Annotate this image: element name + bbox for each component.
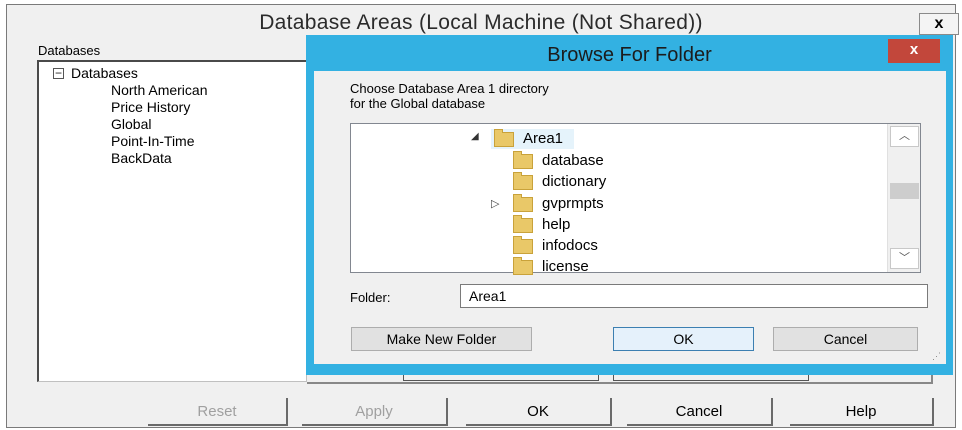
dialog-body: Choose Database Area 1 directory for the… <box>314 71 946 364</box>
folder-item-gvprmpts[interactable]: gvprmpts <box>542 195 604 212</box>
dialog-cancel-button[interactable]: Cancel <box>773 327 918 351</box>
folder-item-dictionary[interactable]: dictionary <box>542 173 606 190</box>
folder-icon <box>513 194 533 212</box>
apply-button[interactable]: Apply <box>302 398 448 426</box>
folder-icon <box>513 236 533 254</box>
databases-tree[interactable]: − Databases North American Price History… <box>37 60 307 382</box>
instruction-line: Choose Database Area 1 directory <box>350 81 549 96</box>
folder-icon <box>494 129 514 147</box>
folder-label: Folder: <box>350 290 391 305</box>
folder-icon <box>513 151 533 169</box>
tree-item-point-in-time[interactable]: Point-In-Time <box>111 133 195 149</box>
folder-icon <box>513 257 533 275</box>
collapse-icon[interactable]: − <box>53 67 64 79</box>
resize-grip-icon[interactable]: ⋰ <box>932 351 941 362</box>
tree-item-global[interactable]: Global <box>111 116 151 132</box>
instruction-text: Choose Database Area 1 directory for the… <box>350 81 549 111</box>
ok-button[interactable]: OK <box>466 398 612 426</box>
collapsed-arrow-icon[interactable]: ▷ <box>491 197 499 210</box>
scroll-thumb[interactable] <box>890 183 919 199</box>
folder-tree[interactable]: ◢ Area1 database dictionary ▷ gvprmpts h… <box>350 123 921 275</box>
tree-item-north-american[interactable]: North American <box>111 82 207 98</box>
folder-icon <box>513 215 533 233</box>
folder-input[interactable]: Area1 <box>460 284 928 308</box>
folder-item-license[interactable]: license <box>542 258 589 275</box>
vertical-scrollbar[interactable]: ︿ ﹀ <box>887 124 920 272</box>
tree-item-backdata[interactable]: BackData <box>111 150 172 166</box>
databases-label: Databases <box>38 43 101 58</box>
folder-item-help[interactable]: help <box>542 216 570 233</box>
group-divider <box>307 382 933 384</box>
dialog-close-button[interactable]: x <box>888 39 940 63</box>
scroll-up-icon[interactable]: ︿ <box>890 126 919 147</box>
help-button[interactable]: Help <box>790 398 934 426</box>
cancel-button[interactable]: Cancel <box>627 398 773 426</box>
folder-item-infodocs[interactable]: infodocs <box>542 237 598 254</box>
tree-item-databases[interactable]: Databases <box>71 65 138 81</box>
dialog-title: Browse For Folder <box>547 44 712 66</box>
expanded-arrow-icon[interactable]: ◢ <box>471 131 479 142</box>
scroll-down-icon[interactable]: ﹀ <box>890 248 919 269</box>
instruction-line: for the Global database <box>350 96 486 111</box>
make-new-folder-button[interactable]: Make New Folder <box>351 327 532 351</box>
folder-item-database[interactable]: database <box>542 152 604 169</box>
folder-item-area1[interactable]: Area1 <box>523 130 563 147</box>
folder-icon <box>513 172 533 190</box>
tree-item-price-history[interactable]: Price History <box>111 99 190 115</box>
browse-for-folder-dialog: Browse For Folder x Choose Database Area… <box>306 35 953 375</box>
window-close-button[interactable]: x <box>919 13 959 35</box>
dialog-ok-button[interactable]: OK <box>613 327 754 351</box>
reset-button[interactable]: Reset <box>148 398 288 426</box>
